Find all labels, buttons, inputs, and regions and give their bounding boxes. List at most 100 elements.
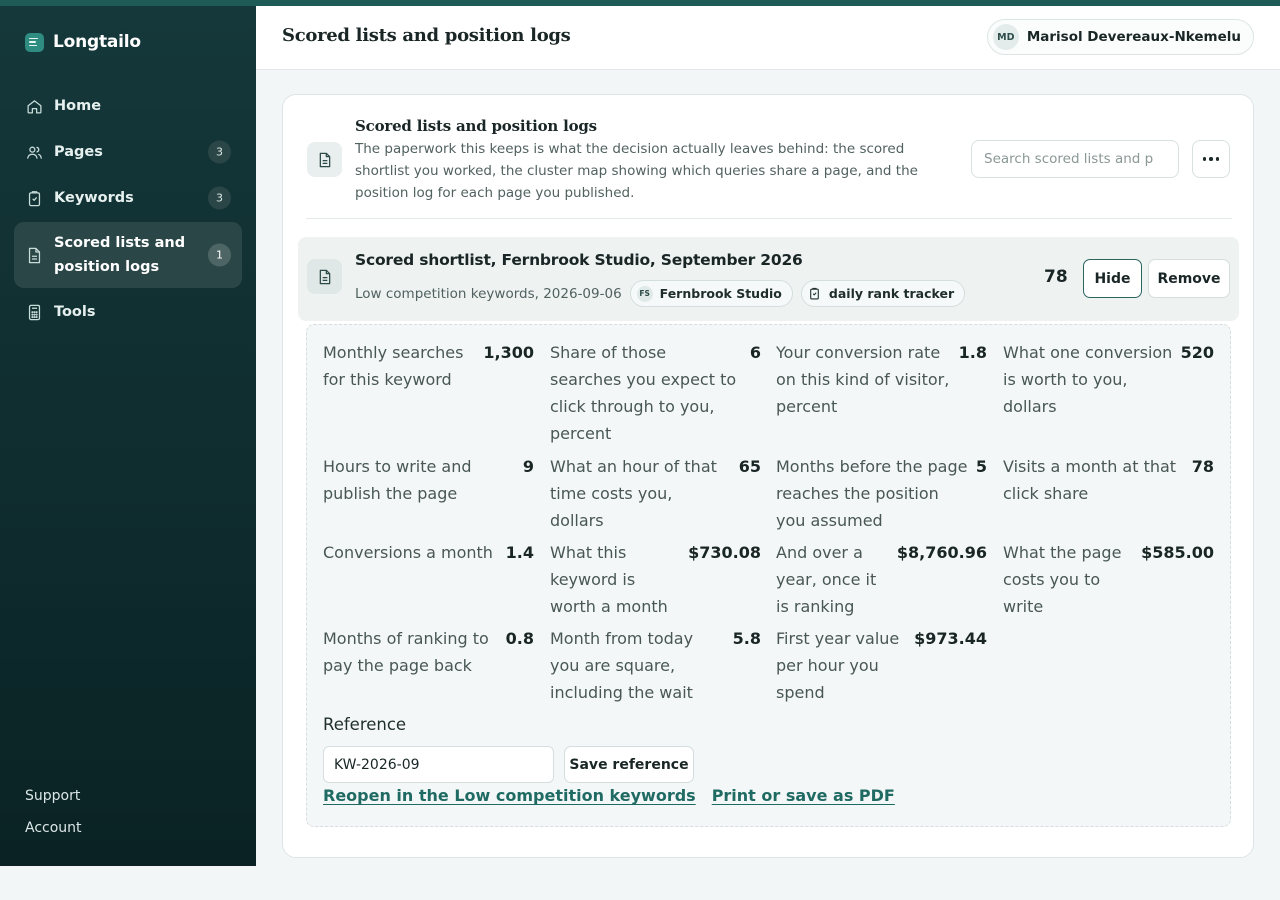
reference-input[interactable]: [323, 746, 554, 783]
metric-value: 9: [522, 457, 534, 476]
metric-label: Monthly searches for this keyword: [323, 343, 464, 389]
hide-button[interactable]: Hide: [1083, 259, 1142, 298]
metric-label: What an hour of that time costs you, dol…: [550, 457, 717, 530]
metric-value: $973.44: [914, 629, 987, 648]
metric-item: Your conversion rate on this kind of vis…: [776, 339, 987, 420]
sidebar-item-home[interactable]: Home: [14, 84, 242, 128]
entry-meta-text: Low competition keywords, 2026-09-06: [355, 285, 622, 302]
sidebar-item-keywords[interactable]: Keywords 3: [14, 176, 242, 220]
metric-value: $8,760.96: [896, 543, 987, 562]
metric-item: Visits a month at that click share 78: [1003, 453, 1214, 507]
metric-label: Your conversion rate on this kind of vis…: [776, 343, 950, 416]
metric-item: And over a year, once it is ranking $8,76…: [776, 539, 987, 620]
reopen-link[interactable]: Reopen in the Low competition keywords: [323, 786, 696, 805]
metric-item: Month from today you are square, includi…: [550, 625, 761, 706]
brand-logo-icon: [25, 32, 44, 52]
metric-value: 1.8: [958, 343, 987, 362]
page-header: Scored lists and position logs MD Mariso…: [256, 6, 1280, 70]
metric-label: Months of ranking to pay the page back: [323, 629, 489, 675]
reference-label: Reference: [323, 715, 407, 734]
metric-label: First year value per hour you spend: [776, 629, 900, 702]
metric-item: First year value per hour you spend $973.…: [776, 625, 987, 706]
metric-label: Conversions a month: [323, 543, 493, 562]
metric-value: 520: [1180, 343, 1214, 362]
entry-score: 78: [1044, 267, 1068, 287]
entry-header[interactable]: Scored shortlist, Fernbrook Studio, Sept…: [298, 237, 1239, 321]
sidebar-nav: Home Pages 3 Keywords 3 Scored lists and…: [14, 84, 242, 336]
metric-value: 1,300: [483, 343, 534, 362]
client-tag[interactable]: FS Fernbrook Studio: [629, 280, 793, 307]
page-title: Scored lists and position logs: [282, 25, 571, 46]
user-menu[interactable]: MD Marisol Devereaux-Nkemelu: [986, 19, 1254, 55]
sidebar-item-count: 1: [208, 243, 231, 267]
search-input[interactable]: [971, 140, 1179, 178]
metric-label: Share of those searches you expect to cl…: [550, 343, 737, 443]
brand-name: Longtailo: [53, 32, 141, 52]
sidebar-item-label: Home: [54, 98, 102, 114]
metric-item: Months of ranking to pay the page back 0.…: [323, 625, 534, 679]
tool-tag[interactable]: daily rank tracker: [800, 280, 966, 307]
users-icon: [26, 144, 43, 161]
more-dot-icon: [1215, 157, 1220, 161]
metric-item: Hours to write and publish the page 9: [323, 453, 534, 507]
sidebar-item-scored-lists[interactable]: Scored lists and position logs 1: [14, 222, 242, 288]
print-pdf-link[interactable]: Print or save as PDF: [712, 786, 895, 805]
section-description: The paperwork this keeps is what the dec…: [355, 141, 918, 201]
remove-button[interactable]: Remove: [1148, 259, 1230, 298]
metric-value: 78: [1191, 457, 1214, 476]
tool-tag-label: daily rank tracker: [828, 286, 955, 301]
metric-item: Share of those searches you expect to cl…: [550, 339, 761, 447]
metric-item: What one conversion is worth to you, dol…: [1003, 339, 1214, 420]
metric-label: Months before the page reaches the posit…: [776, 457, 968, 530]
sidebar-item-label: Pages: [54, 144, 103, 160]
sidebar-item-count: 3: [208, 140, 231, 164]
metric-value: $730.08: [688, 543, 761, 562]
metric-value: 1.4: [505, 543, 534, 562]
calculator-icon: [26, 304, 43, 321]
metric-value: 5: [975, 457, 987, 476]
metric-item: What the page costs you to write $585.00: [1003, 539, 1214, 620]
clipboard-icon: [26, 190, 43, 207]
metric-label: Visits a month at that click share: [1003, 457, 1177, 503]
metric-value: 0.8: [505, 629, 534, 648]
sidebar: Longtailo Home Pages 3 Keywords 3 Scored…: [0, 6, 256, 866]
document-icon: [307, 142, 342, 177]
support-link[interactable]: Support: [25, 788, 82, 804]
more-options-button[interactable]: [1192, 140, 1230, 178]
metric-item: Monthly searches for this keyword 1,300: [323, 339, 534, 393]
user-name: Marisol Devereaux-Nkemelu: [1026, 29, 1241, 45]
sidebar-item-label: Scored lists and position logs: [54, 235, 186, 275]
section-header: Scored lists and position logs The paper…: [306, 115, 1232, 219]
sidebar-item-label: Tools: [54, 304, 96, 320]
home-icon: [26, 98, 43, 115]
metric-label: Hours to write and publish the page: [323, 457, 472, 503]
metric-label: And over a year, once it is ranking: [776, 543, 877, 616]
account-link[interactable]: Account: [25, 820, 82, 836]
entry-links: Reopen in the Low competition keywords P…: [323, 786, 895, 805]
entry-details: Monthly searches for this keyword 1,300 S…: [306, 324, 1231, 827]
metric-item: What an hour of that time costs you, dol…: [550, 453, 761, 534]
more-dot-icon: [1209, 157, 1213, 161]
metric-value: $585.00: [1141, 543, 1214, 562]
brand[interactable]: Longtailo: [25, 32, 141, 52]
document-icon: [26, 247, 43, 264]
sidebar-item-pages[interactable]: Pages 3: [14, 130, 242, 174]
entry-title: Scored shortlist, Fernbrook Studio, Sept…: [355, 251, 803, 269]
more-dot-icon: [1202, 157, 1207, 161]
sidebar-item-label: Keywords: [54, 190, 134, 206]
client-avatar: FS: [636, 285, 653, 302]
save-reference-button[interactable]: Save reference: [564, 746, 694, 783]
main-card: Scored lists and position logs The paper…: [282, 94, 1254, 858]
sidebar-item-tools[interactable]: Tools: [14, 290, 242, 334]
metric-label: What this keyword is worth a month: [550, 543, 668, 616]
sidebar-item-count: 3: [208, 186, 231, 210]
metric-label: What one conversion is worth to you, dol…: [1003, 343, 1173, 416]
client-name: Fernbrook Studio: [659, 286, 782, 301]
metric-value: 65: [738, 457, 761, 476]
metric-label: What the page costs you to write: [1003, 543, 1122, 616]
metric-label: Month from today you are square, includi…: [550, 629, 694, 702]
clipboard-icon: [808, 287, 822, 301]
section-title: Scored lists and position logs: [355, 117, 597, 135]
entry-meta: Low competition keywords, 2026-09-06 FS …: [355, 280, 966, 307]
metric-item: Months before the page reaches the posit…: [776, 453, 987, 534]
